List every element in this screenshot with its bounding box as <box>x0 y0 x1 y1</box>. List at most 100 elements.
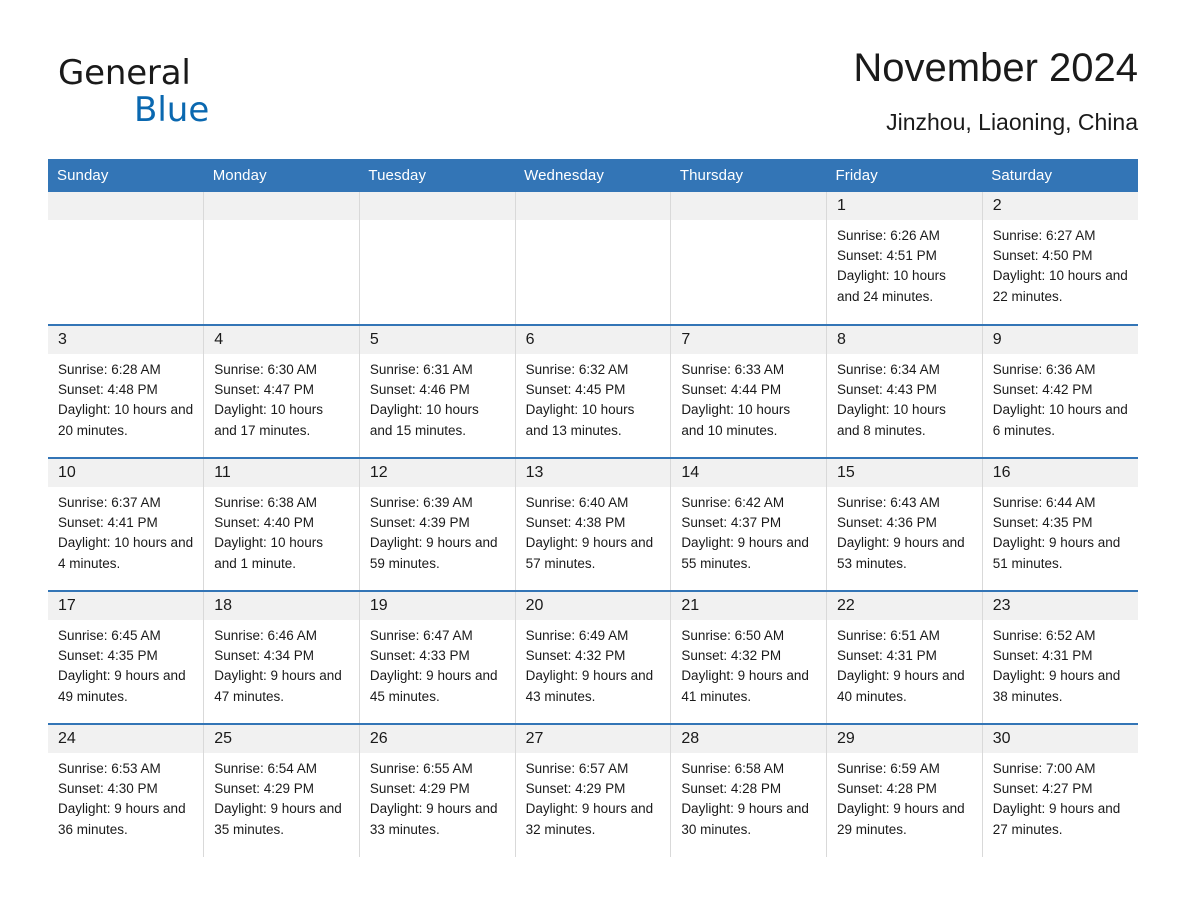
day-number: 21 <box>671 592 827 620</box>
day-details: Sunrise: 6:54 AM Sunset: 4:29 PM Daylight:… <box>204 753 359 840</box>
day-number: 11 <box>204 459 359 487</box>
sunrise-text: Sunrise: 6:47 AM <box>369 628 473 643</box>
calendar-day-cell-empty <box>670 192 828 325</box>
sunrise-text: Sunrise: 6:53 AM <box>58 761 161 776</box>
sunrise-text: Sunrise: 6:28 AM <box>58 362 161 377</box>
daylight-text: Daylight: 10 hours and 17 minutes. <box>214 402 324 438</box>
calendar-day-cell[interactable]: 22 Sunrise: 6:51 AM Sunset: 4:31 PM Dayligh… <box>826 590 983 724</box>
daylight-text: Daylight: 9 hours and 36 minutes. <box>58 801 186 837</box>
calendar-day-cell[interactable]: 23 Sunrise: 6:52 AM Sunset: 4:31 PM Dayligh… <box>981 590 1138 724</box>
calendar-day-cell[interactable]: 15 Sunrise: 6:43 AM Sunset: 4:36 PM Dayligh… <box>826 457 983 591</box>
sunset-text: Sunset: 4:31 PM <box>837 648 937 664</box>
calendar-day-cell[interactable]: 17 Sunrise: 6:45 AM Sunset: 4:35 PM Dayligh… <box>48 590 205 724</box>
daylight-text: Daylight: 10 hours and 10 minutes. <box>681 402 791 438</box>
sunset-text: Sunset: 4:30 PM <box>58 781 158 797</box>
calendar-day-cell[interactable]: 14 Sunrise: 6:42 AM Sunset: 4:37 PM Dayligh… <box>670 457 828 591</box>
calendar-day-cell[interactable]: 7 Sunrise: 6:33 AM Sunset: 4:44 PM Daylight… <box>670 324 828 458</box>
calendar-day-cell[interactable]: 30 Sunrise: 7:00 AM Sunset: 4:27 PM Dayligh… <box>981 723 1138 857</box>
calendar-day-cell[interactable]: 11 Sunrise: 6:38 AM Sunset: 4:40 PM Dayligh… <box>203 457 360 591</box>
location-subtitle: Jinzhou, Liaoning, China <box>886 109 1138 135</box>
calendar-day-cell[interactable]: 25 Sunrise: 6:54 AM Sunset: 4:29 PM Dayligh… <box>203 723 360 857</box>
day-details: Sunrise: 6:52 AM Sunset: 4:31 PM Daylight:… <box>983 620 1138 707</box>
daylight-text: Daylight: 9 hours and 27 minutes. <box>992 801 1121 837</box>
day-number: 24 <box>48 725 204 753</box>
day-number: 23 <box>982 592 1138 620</box>
calendar-day-cell[interactable]: 6 Sunrise: 6:32 AM Sunset: 4:45 PM Daylight… <box>514 324 672 458</box>
daylight-text: Daylight: 9 hours and 55 minutes. <box>681 535 809 571</box>
day-number: 29 <box>827 725 982 753</box>
sunset-text: Sunset: 4:29 PM <box>525 781 626 797</box>
calendar-day-cell[interactable]: 18 Sunrise: 6:46 AM Sunset: 4:34 PM Dayligh… <box>203 590 360 724</box>
day-number: 26 <box>359 725 515 753</box>
sunset-text: Sunset: 4:42 PM <box>992 382 1093 398</box>
page-title: November 2024 <box>853 46 1138 90</box>
sunrise-text: Sunrise: 6:40 AM <box>525 495 629 510</box>
sunrise-text: Sunrise: 6:36 AM <box>992 362 1096 377</box>
sunrise-text: Sunrise: 6:44 AM <box>992 495 1096 510</box>
calendar-day-cell[interactable]: 2 Sunrise: 6:27 AM Sunset: 4:50 PM Daylight… <box>981 192 1138 325</box>
weekday-header-friday: Friday <box>826 159 983 192</box>
calendar-week-row: 3 Sunrise: 6:28 AM Sunset: 4:48 PM Daylight… <box>48 324 1138 458</box>
calendar-day-cell[interactable]: 3 Sunrise: 6:28 AM Sunset: 4:48 PM Daylight… <box>48 324 205 458</box>
calendar-day-cell[interactable]: 12 Sunrise: 6:39 AM Sunset: 4:39 PM Dayligh… <box>358 457 516 591</box>
general-blue-logo[interactable]: General Blue <box>58 54 318 140</box>
calendar-day-cell[interactable]: 8 Sunrise: 6:34 AM Sunset: 4:43 PM Daylight… <box>826 324 983 458</box>
day-number: 8 <box>827 326 982 354</box>
day-number: 25 <box>204 725 359 753</box>
sunset-text: Sunset: 4:31 PM <box>992 648 1093 664</box>
calendar-day-cell[interactable]: 1 Sunrise: 6:26 AM Sunset: 4:51 PM Daylight… <box>826 192 983 325</box>
daylight-text: Daylight: 10 hours and 4 minutes. <box>58 535 194 571</box>
daylight-text: Daylight: 10 hours and 6 minutes. <box>992 402 1128 438</box>
day-number: 13 <box>515 459 671 487</box>
sunset-text: Sunset: 4:50 PM <box>992 248 1093 264</box>
calendar-week-row: 24 Sunrise: 6:53 AM Sunset: 4:30 PM Dayligh… <box>48 723 1138 857</box>
sunrise-text: Sunrise: 6:30 AM <box>214 362 318 377</box>
daylight-text: Daylight: 9 hours and 35 minutes. <box>214 801 342 837</box>
day-number: 12 <box>359 459 515 487</box>
sunrise-text: Sunrise: 6:27 AM <box>992 228 1096 243</box>
calendar-day-cell-empty <box>358 192 516 325</box>
day-number <box>48 192 204 220</box>
sunrise-text: Sunrise: 6:26 AM <box>837 228 940 243</box>
sunset-text: Sunset: 4:44 PM <box>681 382 782 398</box>
day-number: 14 <box>671 459 827 487</box>
day-details: Sunrise: 6:27 AM Sunset: 4:50 PM Daylight:… <box>983 220 1138 307</box>
calendar-day-cell[interactable]: 20 Sunrise: 6:49 AM Sunset: 4:32 PM Dayligh… <box>514 590 672 724</box>
calendar-day-cell[interactable]: 29 Sunrise: 6:59 AM Sunset: 4:28 PM Dayligh… <box>826 723 983 857</box>
calendar-day-cell[interactable]: 9 Sunrise: 6:36 AM Sunset: 4:42 PM Daylight… <box>981 324 1138 458</box>
sunrise-text: Sunrise: 6:45 AM <box>58 628 161 643</box>
calendar-day-cell[interactable]: 24 Sunrise: 6:53 AM Sunset: 4:30 PM Dayligh… <box>48 723 205 857</box>
day-details: Sunrise: 6:51 AM Sunset: 4:31 PM Daylight:… <box>827 620 982 707</box>
sunrise-text: Sunrise: 6:58 AM <box>681 761 785 776</box>
day-details: Sunrise: 6:38 AM Sunset: 4:40 PM Daylight:… <box>204 487 359 574</box>
weekday-header-thursday: Thursday <box>670 159 827 192</box>
calendar-day-cell[interactable]: 5 Sunrise: 6:31 AM Sunset: 4:46 PM Daylight… <box>358 324 516 458</box>
calendar-day-cell[interactable]: 10 Sunrise: 6:37 AM Sunset: 4:41 PM Dayligh… <box>48 457 205 591</box>
day-number: 15 <box>827 459 982 487</box>
calendar-day-cell[interactable]: 4 Sunrise: 6:30 AM Sunset: 4:47 PM Daylight… <box>203 324 360 458</box>
daylight-text: Daylight: 9 hours and 57 minutes. <box>525 535 654 571</box>
calendar-day-cell[interactable]: 28 Sunrise: 6:58 AM Sunset: 4:28 PM Dayligh… <box>670 723 828 857</box>
page-header: General Blue November 2024 Jinzhou, Liao… <box>48 42 1138 150</box>
daylight-text: Daylight: 10 hours and 24 minutes. <box>837 268 946 304</box>
daylight-text: Daylight: 9 hours and 41 minutes. <box>681 668 809 704</box>
calendar-table: Sunday Monday Tuesday Wednesday Thursday Frid… <box>48 159 1138 857</box>
calendar-day-cell[interactable]: 26 Sunrise: 6:55 AM Sunset: 4:29 PM Dayligh… <box>358 723 516 857</box>
calendar-day-cell[interactable]: 13 Sunrise: 6:40 AM Sunset: 4:38 PM Dayligh… <box>514 457 672 591</box>
weekday-header-saturday: Saturday <box>982 159 1138 192</box>
title-block: November 2024 Jinzhou, Liaoning, China <box>853 42 1138 138</box>
calendar-day-cell[interactable]: 19 Sunrise: 6:47 AM Sunset: 4:33 PM Dayligh… <box>358 590 516 724</box>
sunrise-text: Sunrise: 6:32 AM <box>525 362 629 377</box>
daylight-text: Daylight: 10 hours and 8 minutes. <box>837 402 946 438</box>
day-number: 16 <box>982 459 1138 487</box>
calendar-day-cell[interactable]: 21 Sunrise: 6:50 AM Sunset: 4:32 PM Dayligh… <box>670 590 828 724</box>
daylight-text: Daylight: 9 hours and 43 minutes. <box>525 668 654 704</box>
sunset-text: Sunset: 4:36 PM <box>837 515 937 531</box>
sunset-text: Sunset: 4:37 PM <box>681 515 782 531</box>
daylight-text: Daylight: 9 hours and 30 minutes. <box>681 801 809 837</box>
calendar-day-cell[interactable]: 27 Sunrise: 6:57 AM Sunset: 4:29 PM Dayligh… <box>514 723 672 857</box>
calendar-day-cell[interactable]: 16 Sunrise: 6:44 AM Sunset: 4:35 PM Dayligh… <box>981 457 1138 591</box>
sunrise-text: Sunrise: 6:51 AM <box>837 628 940 643</box>
sunrise-text: Sunrise: 6:39 AM <box>369 495 473 510</box>
sunset-text: Sunset: 4:38 PM <box>525 515 626 531</box>
